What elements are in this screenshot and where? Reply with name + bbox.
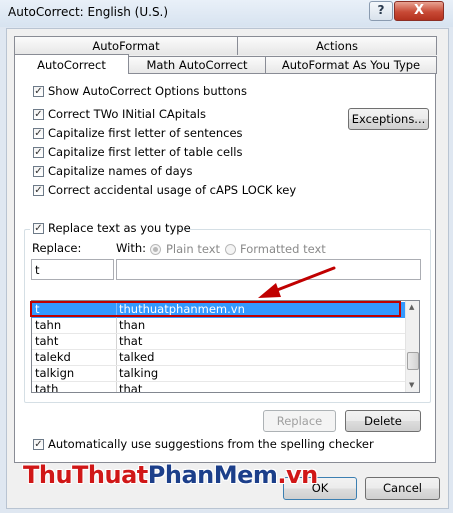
suggestions-label: Automatically use suggestions from the s… bbox=[48, 437, 374, 451]
scroll-up-icon[interactable]: ▲ bbox=[409, 303, 414, 311]
show-buttons-label: Show AutoCorrect Options buttons bbox=[48, 84, 247, 98]
caps-lock-checkbox[interactable]: ✓ bbox=[33, 185, 44, 196]
plain-text-label: Plain text bbox=[166, 242, 221, 256]
table-row[interactable]: talkign talking bbox=[32, 366, 405, 382]
window-title: AutoCorrect: English (U.S.) bbox=[8, 5, 169, 19]
cancel-button[interactable]: Cancel bbox=[365, 477, 440, 500]
table-row[interactable]: taht that bbox=[32, 334, 405, 350]
close-button[interactable]: X bbox=[394, 1, 444, 21]
tab-math-autocorrect[interactable]: Math AutoCorrect bbox=[128, 56, 266, 74]
table-row[interactable]: tahn than bbox=[32, 318, 405, 334]
formatted-text-radio[interactable] bbox=[225, 244, 236, 255]
show-buttons-checkbox[interactable]: ✓ bbox=[33, 86, 44, 97]
replace-label: Replace: bbox=[32, 241, 82, 255]
tab-autoformat-as-you-type[interactable]: AutoFormat As You Type bbox=[265, 56, 437, 74]
highlight-box bbox=[30, 301, 401, 317]
replace-as-you-type-checkbox[interactable]: ✓ bbox=[33, 223, 44, 234]
cap-sentences-checkbox[interactable]: ✓ bbox=[33, 128, 44, 139]
cap-days-label: Capitalize names of days bbox=[48, 164, 193, 178]
plain-text-radio[interactable] bbox=[150, 244, 161, 255]
delete-button[interactable]: Delete bbox=[345, 410, 421, 432]
caps-lock-label: Correct accidental usage of cAPS LOCK ke… bbox=[48, 183, 297, 197]
list-scrollbar[interactable]: ▲ ▼ bbox=[405, 301, 419, 392]
replace-as-you-type-label: Replace text as you type bbox=[48, 221, 191, 235]
scroll-down-icon[interactable]: ▼ bbox=[409, 381, 414, 389]
two-initial-caps-label: Correct TWo INitial CApitals bbox=[48, 107, 206, 121]
cap-table-cells-checkbox[interactable]: ✓ bbox=[33, 147, 44, 158]
with-input[interactable] bbox=[116, 259, 421, 280]
tab-actions[interactable]: Actions bbox=[237, 36, 437, 55]
formatted-text-label: Formatted text bbox=[240, 242, 326, 256]
table-row[interactable]: talekd talked bbox=[32, 350, 405, 366]
help-button[interactable]: ? bbox=[369, 1, 393, 21]
watermark-logo: ThuThuatPhanMem.vn bbox=[23, 461, 318, 489]
exceptions-button[interactable]: Exceptions... bbox=[348, 108, 429, 130]
cap-table-cells-label: Capitalize first letter of table cells bbox=[48, 145, 243, 159]
table-row[interactable]: tath that bbox=[32, 382, 405, 392]
with-label: With: bbox=[116, 241, 146, 255]
suggestions-checkbox[interactable]: ✓ bbox=[33, 439, 44, 450]
replace-button[interactable]: Replace bbox=[263, 410, 336, 432]
tab-autocorrect[interactable]: AutoCorrect bbox=[14, 54, 129, 74]
cap-days-checkbox[interactable]: ✓ bbox=[33, 166, 44, 177]
replace-input-value: t bbox=[35, 263, 40, 277]
replace-input[interactable]: t bbox=[31, 259, 114, 280]
tab-autoformat[interactable]: AutoFormat bbox=[14, 36, 238, 55]
scroll-thumb[interactable] bbox=[407, 352, 419, 370]
two-initial-caps-checkbox[interactable]: ✓ bbox=[33, 109, 44, 120]
cap-sentences-label: Capitalize first letter of sentences bbox=[48, 126, 243, 140]
